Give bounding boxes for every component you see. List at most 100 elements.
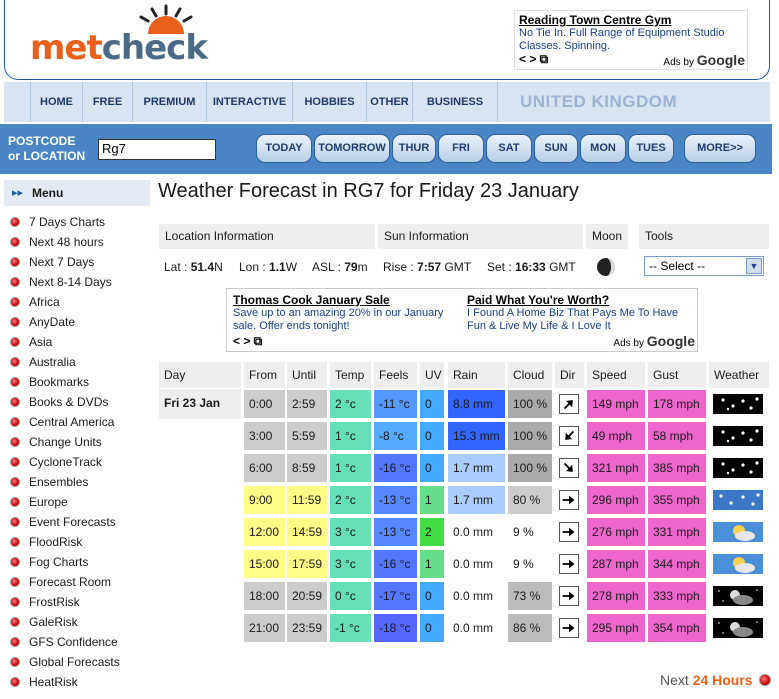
nav-home[interactable]: HOME [30,82,82,122]
chevron-down-icon[interactable]: ▼ [746,258,762,274]
sidebar-item[interactable]: Change Units [10,432,102,452]
bullet-icon [10,417,20,427]
page-title: Weather Forecast in RG7 for Friday 23 Ja… [158,180,579,202]
bullet-icon [758,674,771,686]
sidebar-item[interactable]: CycloneTrack [10,452,102,472]
sidebar-item[interactable]: GFS Confidence [10,632,118,652]
nav-free[interactable]: FREE [82,82,132,122]
day-sat-button[interactable]: SAT [486,134,532,163]
postcode-input[interactable]: Rg7 [98,139,216,160]
forecast-speed: 49 mph [587,422,645,450]
wind-direction-arrow-icon [559,618,579,638]
sidebar-item[interactable]: Forecast Room [10,572,111,592]
next-24-hours-link[interactable]: Next 24 Hours [660,672,771,688]
snow-night-icon [713,458,763,478]
sidebar-item[interactable]: Fog Charts [10,552,88,572]
forecast-feels: -17 °c [374,582,417,610]
forecast-uv: 2 [420,518,444,546]
sidebar-item[interactable]: Next 8-14 Days [10,272,112,292]
sun-cloud-icon [713,554,763,574]
sidebar-item[interactable]: Australia [10,352,76,372]
nav-premium[interactable]: PREMIUM [132,82,206,122]
sidebar-item[interactable]: Event Forecasts [10,512,116,532]
sidebar-item[interactable]: FrostRisk [10,592,80,612]
bullet-icon [10,317,20,327]
ad-right-column[interactable]: Paid What You're Worth? I Found A Home B… [467,293,692,333]
ad-right-title[interactable]: Paid What You're Worth? [467,293,692,307]
day-sun-button[interactable]: SUN [534,134,578,163]
sidebar-item-label: Forecast Room [29,575,112,589]
sidebar-item[interactable]: Global Forecasts [10,652,120,672]
sidebar-item-label: Fog Charts [29,555,89,569]
snow-day-icon [713,490,763,510]
day-tues-button[interactable]: TUES [628,134,674,163]
forecast-cloud: 73 % [508,582,552,610]
day-tomorrow-button[interactable]: TOMORROW [314,134,390,163]
sidebar-item[interactable]: Books & DVDs [10,392,108,412]
sidebar-item-label: Global Forecasts [29,655,120,669]
forecast-from: 15:00 [244,550,285,578]
mid-advert[interactable]: Thomas Cook January Sale Save up to an a… [226,288,698,352]
sidebar-item[interactable]: FloodRisk [10,532,82,552]
forecast-uv: 0 [420,454,444,482]
forecast-feels: -11 °c [374,390,417,418]
ad-left-title[interactable]: Thomas Cook January Sale [233,293,458,307]
nav-other[interactable]: OTHER [366,82,412,122]
day-fri-button[interactable]: FRI [438,134,484,163]
forecast-header-gust: Gust [648,362,706,388]
forecast-header-until: Until [287,362,327,388]
forecast-speed: 149 mph [587,390,645,418]
nav-interactive[interactable]: INTERACTIVE [206,82,292,122]
tools-select[interactable]: -- Select -- ▼ [644,256,764,276]
lat-value: Lat : 51.4N [159,252,223,282]
day-mon-button[interactable]: MON [580,134,626,163]
adsby-brand: Google [696,52,745,68]
sidebar-item[interactable]: 7 Days Charts [10,212,105,232]
ad-nav-arrows[interactable]: < > ⧉ [233,334,262,349]
forecast-from: 3:00 [244,422,285,450]
sidebar-item-label: Europe [29,495,68,509]
forecast-cloud: 9 % [508,550,552,578]
sidebar-item[interactable]: GaleRisk [10,612,78,632]
forecast-uv: 0 [420,422,444,450]
forecast-temp: 0 °c [330,582,371,610]
region-label: UNITED KINGDOM [520,92,678,111]
sidebar-item[interactable]: Next 48 hours [10,232,104,252]
sidebar-item[interactable]: Bookmarks [10,372,89,392]
day-thur-button[interactable]: THUR [392,134,436,163]
bullet-icon [10,677,20,687]
ad-nav-arrows[interactable]: < > ⧉ [519,52,548,67]
sidebar-item[interactable]: Africa [10,292,60,312]
bullet-icon [10,557,20,567]
ad-title[interactable]: Reading Town Centre Gym [519,13,743,27]
bullet-icon [10,377,20,387]
metcheck-logo[interactable]: metcheck [30,28,208,68]
forecast-uv: 0 [420,390,444,418]
ads-by-google[interactable]: Ads by Google [613,333,695,349]
sidebar-item[interactable]: Next 7 Days [10,252,94,272]
sidebar-item-label: Event Forecasts [29,515,116,529]
day-more-button[interactable]: MORE>> [684,134,756,163]
day-today-button[interactable]: TODAY [256,134,312,163]
moon-header: Moon [586,224,628,249]
ads-by-google[interactable]: Ads by Google [663,52,745,68]
adsby-prefix: Ads by [663,57,694,68]
sidebar-item[interactable]: Asia [10,332,52,352]
sidebar-item[interactable]: Ensembles [10,472,88,492]
snow-night-icon [713,426,763,446]
sidebar-item-label: CycloneTrack [29,455,102,469]
sidebar-item[interactable]: Europe [10,492,68,512]
nav-business[interactable]: BUSINESS [412,82,498,122]
next-label: 24 Hours [692,672,753,688]
nav-hobbies[interactable]: HOBBIES [292,82,366,122]
sidebar-item[interactable]: Central America [10,412,114,432]
location-info-header: Location Information [159,224,375,249]
sidebar-item[interactable]: AnyDate [10,312,75,332]
top-advert[interactable]: Reading Town Centre Gym No Tie In. Full … [514,10,748,70]
forecast-from: 12:00 [244,518,285,546]
lat-number: 51.4 [190,260,215,274]
double-arrow-icon: ▸▸ [12,187,24,199]
ad-left-column[interactable]: Thomas Cook January Sale Save up to an a… [233,293,458,333]
bullet-icon [10,217,20,227]
sidebar-item[interactable]: HeatRisk [10,672,78,692]
